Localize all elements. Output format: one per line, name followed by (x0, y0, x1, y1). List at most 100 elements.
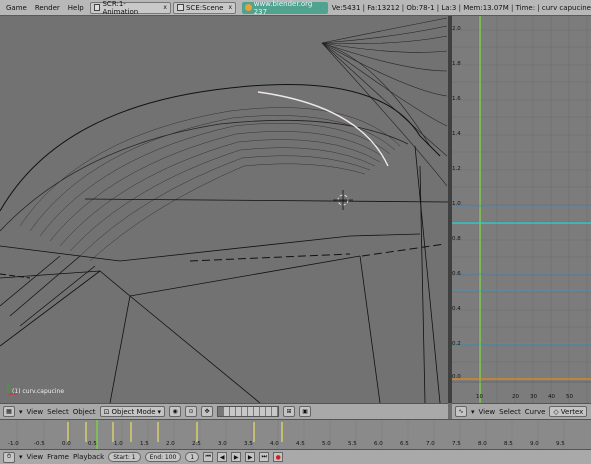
ipo-ytick: 0.8 (452, 236, 461, 242)
manipulator-icon[interactable]: ✥ (201, 406, 214, 417)
jump-end-icon[interactable]: ⏭ (259, 452, 270, 462)
timeline-editor-type-icon[interactable]: ⏱ (3, 451, 15, 463)
prev-key-icon[interactable]: ◀ (217, 452, 228, 462)
start-frame-field[interactable]: Start: 1 (108, 452, 141, 462)
timeline-tick: 0.5 (88, 441, 97, 447)
ipo-menu-curve[interactable]: Curve (525, 408, 546, 416)
ipo-ytick: 1.6 (452, 96, 461, 102)
chevron-down-icon: ▾ (157, 407, 162, 416)
ipo-xtick: 40 (548, 394, 555, 400)
ipo-ytick: 1.8 (452, 61, 461, 67)
timeline-tick: 2.0 (166, 441, 175, 447)
timeline-menu-view[interactable]: View (27, 453, 44, 461)
draw-type-icon[interactable]: ◉ (169, 406, 182, 417)
timeline-tick: 8.0 (478, 441, 487, 447)
mesh-fan (321, 17, 448, 187)
screen-selector[interactable]: SCR:1-Animation x (89, 0, 171, 16)
mode-selector[interactable]: ⊡ Object Mode ▾ (99, 406, 166, 417)
next-key-icon[interactable]: ▶ (245, 452, 256, 462)
jump-start-icon[interactable]: ⏮ (203, 452, 214, 462)
chevron-down-icon[interactable]: ▾ (471, 408, 475, 416)
mode-label: Object Mode (111, 407, 156, 416)
timeline-menu-frame[interactable]: Frame (47, 453, 69, 461)
close-screen-icon[interactable]: x (163, 4, 167, 11)
ipo-xtick: 30 (530, 394, 537, 400)
ipo-ytick: 2.0 (452, 26, 461, 32)
ipo-ytick: 0.0 (452, 374, 461, 380)
menu-help[interactable]: Help (64, 4, 88, 12)
object-mode-icon: ⊡ (103, 407, 110, 416)
timeline-tick: 4.0 (270, 441, 279, 447)
timeline-tick: 9.0 (530, 441, 539, 447)
chevron-down-icon[interactable]: ▾ (19, 408, 23, 416)
menu-view[interactable]: View (27, 408, 44, 416)
ipo-grid (452, 16, 591, 403)
viewport-wireframe (0, 17, 448, 403)
timeline-tick: 5.5 (348, 441, 357, 447)
ipo-xtick: 50 (566, 394, 573, 400)
blender-logo-icon (245, 4, 252, 11)
chevron-down-icon[interactable]: ▾ (19, 453, 23, 461)
menu-select[interactable]: Select (47, 408, 69, 416)
play-icon[interactable]: ▶ (231, 452, 242, 462)
ipo-ytick: 1.4 (452, 131, 461, 137)
ipo-vertex-label: Vertex (560, 407, 584, 416)
pivot-icon[interactable]: ⊙ (185, 406, 198, 417)
timeline-tick: 8.5 (504, 441, 513, 447)
timeline-header: ⏱ ▾ View Frame Playback Start: 1 End: 10… (0, 449, 591, 464)
timeline-tick: 0.0 (62, 441, 71, 447)
mesh-ribs (19, 107, 401, 262)
timeline-tick: 7.0 (426, 441, 435, 447)
timeline-tick: 6.0 (374, 441, 383, 447)
ipo-ytick: 1.2 (452, 166, 461, 172)
screen-icon (93, 4, 101, 11)
record-icon[interactable]: ● (273, 452, 284, 462)
ipo-editor[interactable]: 2.0 1.8 1.6 1.4 1.2 1.0 0.8 0.6 0.4 0.2 … (452, 16, 591, 403)
timeline-tick: 1.5 (140, 441, 149, 447)
timeline-tick: 1.0 (114, 441, 123, 447)
timeline-tick: 3.0 (218, 441, 227, 447)
scene-icon (176, 4, 184, 11)
ipo-ytick: 0.2 (452, 341, 461, 347)
menu-object[interactable]: Object (73, 408, 96, 416)
ipo-menu-view[interactable]: View (479, 408, 496, 416)
timeline-tick: 9.5 (556, 441, 565, 447)
timeline-tick: 3.5 (244, 441, 253, 447)
blender-url-badge: www.blender.org 237 (242, 0, 328, 16)
mesh-lower (0, 145, 441, 403)
layer-buttons[interactable] (217, 406, 280, 417)
timeline-tick: 4.5 (296, 441, 305, 447)
ipo-xtick: 10 (476, 394, 483, 400)
ipo-header: ∿ ▾ View Select Curve ◇ Vertex (452, 403, 591, 419)
object-label: (1) curv.capucine (12, 388, 65, 395)
screen-name: SCR:1-Animation (102, 0, 139, 16)
scene-name: SCE:Scene (185, 3, 224, 12)
ipo-ytick: 0.4 (452, 306, 461, 312)
ipo-ytick: 0.6 (452, 271, 461, 277)
editor-type-icon[interactable]: ▦ (3, 406, 15, 417)
timeline[interactable]: -1.0 -0.5 0.0 0.5 1.0 1.5 2.0 2.5 3.0 3.… (0, 419, 591, 449)
end-frame-field[interactable]: End: 100 (144, 452, 182, 462)
timeline-tick: -0.5 (34, 441, 45, 447)
ipo-editor-type-icon[interactable]: ∿ (455, 406, 467, 417)
menu-game[interactable]: Game (2, 4, 31, 12)
3d-viewport[interactable]: (1) curv.capucine (0, 16, 448, 403)
timeline-menu-playback[interactable]: Playback (73, 453, 104, 461)
lock-icon[interactable]: ⊞ (283, 406, 296, 417)
close-scene-icon[interactable]: x (228, 4, 232, 11)
top-menu-bar: Game Render Help SCR:1-Animation x SCE:S… (0, 0, 591, 16)
render-icon[interactable]: ▣ (299, 406, 312, 417)
scene-selector[interactable]: SCE:Scene x (172, 1, 237, 14)
ipo-menu-select[interactable]: Select (499, 408, 521, 416)
ipo-xtick: 20 (512, 394, 519, 400)
ipo-ytick: 1.0 (452, 201, 461, 207)
ipo-vertex-selector[interactable]: ◇ Vertex (549, 406, 588, 417)
current-frame-field[interactable]: 1 (185, 452, 200, 462)
timeline-tick: 2.5 (192, 441, 201, 447)
menu-render[interactable]: Render (31, 4, 64, 12)
viewport-header: ▦ ▾ View Select Object ⊡ Object Mode ▾ ◉… (0, 403, 448, 419)
timeline-tick: 7.5 (452, 441, 461, 447)
timeline-tick: 6.5 (400, 441, 409, 447)
blender-url: www.blender.org 237 (253, 0, 313, 16)
keyframe-markers (67, 422, 283, 442)
